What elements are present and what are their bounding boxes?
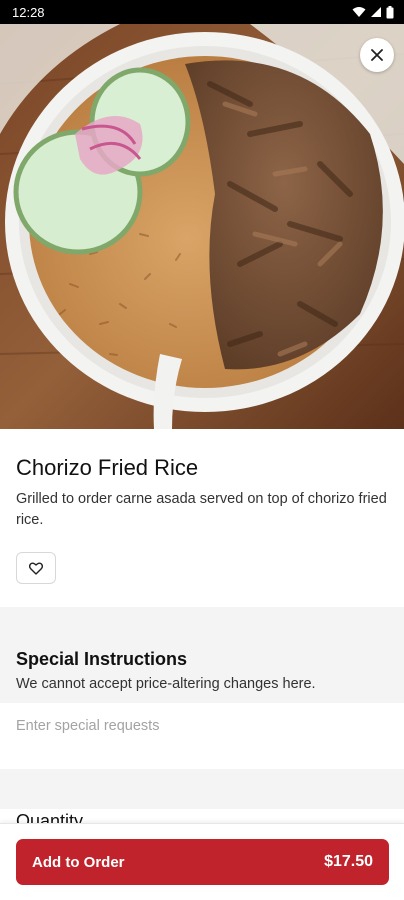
item-title: Chorizo Fried Rice [16, 455, 199, 480]
section-divider [0, 769, 404, 809]
close-button[interactable] [360, 38, 394, 72]
favorite-button[interactable] [16, 552, 56, 584]
section-spacer [0, 749, 404, 769]
food-bowl-image [0, 24, 404, 429]
status-icons [352, 5, 394, 19]
section-divider [0, 607, 404, 641]
item-photo [0, 24, 404, 429]
signal-icon [371, 7, 381, 17]
wifi-icon [352, 7, 366, 17]
special-instructions-header: Special Instructions We cannot accept pr… [0, 641, 404, 703]
order-price: $17.50 [324, 853, 373, 870]
item-details: Chorizo Fried Rice Grilled to order carn… [0, 429, 404, 607]
special-requests-input[interactable] [0, 703, 404, 749]
special-instructions-note: We cannot accept price-altering changes … [16, 676, 316, 692]
status-time: 12:28 [12, 4, 45, 20]
heart-icon [29, 562, 43, 575]
status-bar: 12:28 [0, 0, 404, 24]
bottom-action-bar: Add to Order $17.50 [0, 823, 404, 900]
special-instructions-title: Special Instructions [16, 649, 188, 669]
item-description: Grilled to order carne asada served on t… [16, 491, 387, 528]
close-icon [371, 49, 383, 61]
battery-icon [386, 5, 394, 18]
add-to-order-label: Add to Order [32, 853, 125, 871]
add-to-order-button[interactable]: Add to Order $17.50 [16, 839, 389, 885]
